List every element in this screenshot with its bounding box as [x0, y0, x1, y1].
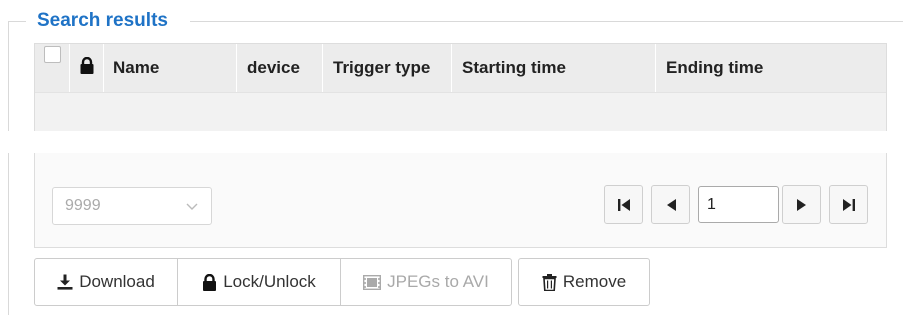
- page-number-input[interactable]: [698, 186, 779, 223]
- prev-page-button[interactable]: [651, 185, 690, 224]
- remove-label: Remove: [562, 272, 627, 291]
- jpegs-to-avi-button[interactable]: JPEGs to AVI: [340, 258, 512, 306]
- lock-icon: [202, 273, 217, 291]
- prev-page-icon: [664, 198, 678, 212]
- page-size-select[interactable]: 9999: [52, 187, 212, 225]
- download-label: Download: [79, 272, 155, 291]
- remove-button[interactable]: Remove: [518, 258, 650, 306]
- grid-body: [35, 93, 886, 133]
- lock-icon: [80, 56, 94, 79]
- fieldset-border-top: [190, 21, 903, 22]
- header-lock-cell[interactable]: [70, 44, 104, 92]
- trash-icon: [542, 273, 557, 291]
- last-page-button[interactable]: [829, 185, 868, 224]
- gap-band: [0, 131, 903, 153]
- action-button-group: Download Lock/Unlock JPEGs to AVI: [34, 258, 512, 306]
- column-header-ending-time[interactable]: Ending time: [656, 44, 886, 92]
- download-icon: [57, 274, 73, 290]
- select-all-checkbox[interactable]: [43, 46, 61, 63]
- fieldset-border: [8, 21, 9, 315]
- download-button[interactable]: Download: [34, 258, 178, 306]
- first-page-icon: [616, 198, 632, 212]
- column-header-device[interactable]: device: [237, 44, 323, 92]
- header-select-all-cell: [35, 44, 70, 92]
- chevron-down-icon: [186, 199, 198, 211]
- jpegs-to-avi-label: JPEGs to AVI: [387, 272, 489, 291]
- grid-header: Name device Trigger type Starting time E…: [35, 44, 886, 93]
- section-title: Search results: [37, 10, 168, 31]
- lock-unlock-button[interactable]: Lock/Unlock: [177, 258, 341, 306]
- fieldset-border-top: [8, 21, 26, 22]
- page-size-value: 9999: [65, 197, 101, 214]
- film-icon: [363, 274, 382, 290]
- column-header-starting-time[interactable]: Starting time: [452, 44, 656, 92]
- pager: 9999: [35, 154, 886, 247]
- first-page-button[interactable]: [604, 185, 643, 224]
- last-page-icon: [841, 198, 857, 212]
- lock-unlock-label: Lock/Unlock: [223, 272, 316, 291]
- next-page-icon: [795, 198, 809, 212]
- next-page-button[interactable]: [782, 185, 821, 224]
- column-header-name[interactable]: Name: [104, 44, 237, 92]
- column-header-trigger-type[interactable]: Trigger type: [323, 44, 452, 92]
